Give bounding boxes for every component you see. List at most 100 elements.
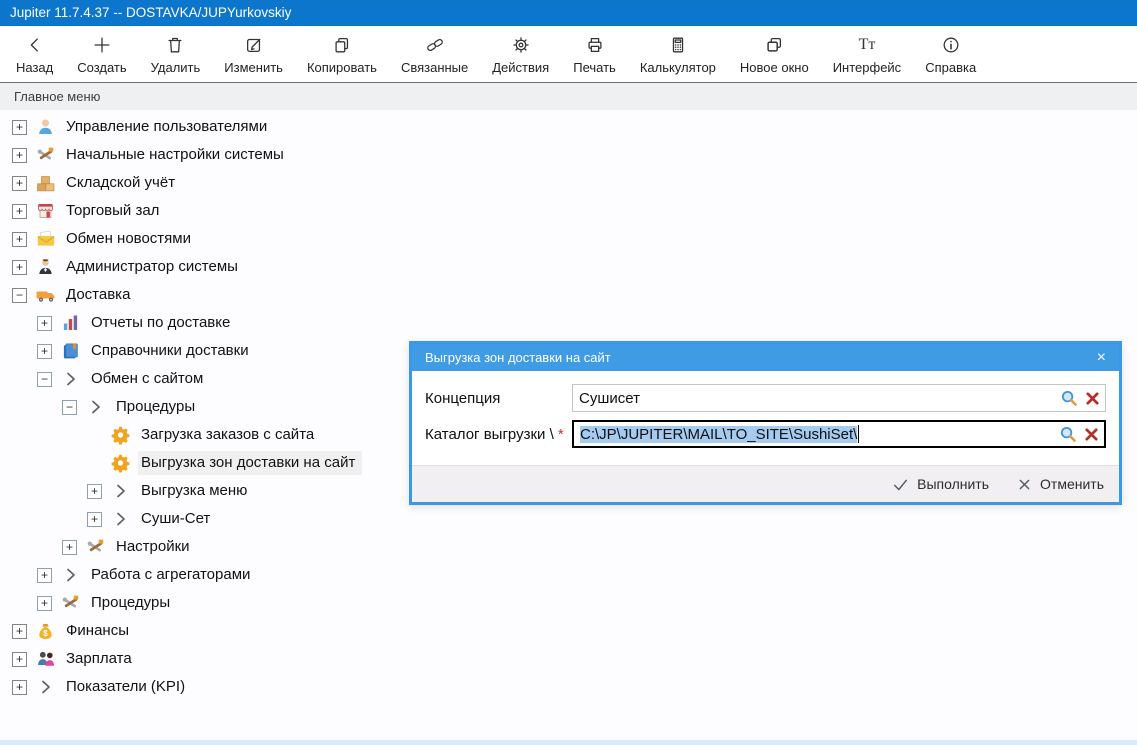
toolbar-button-print[interactable]: Печать	[561, 31, 628, 78]
selected-text: C:\JP\JUPITER\MAIL\TO_SITE\SushiSet\	[580, 426, 857, 443]
tree-item-label[interactable]: Складской учёт	[63, 171, 182, 195]
store-icon	[34, 201, 57, 221]
tree-item-label[interactable]: Выгрузка зон доставки на сайт	[138, 451, 362, 475]
chevron-icon	[84, 397, 107, 417]
tree-item-label[interactable]: Доставка	[63, 283, 137, 307]
expand-plus-icon[interactable]: +	[37, 568, 52, 583]
tools-icon	[59, 593, 82, 613]
tree-row[interactable]: + Администратор системы	[0, 253, 1137, 281]
expand-plus-icon[interactable]: +	[12, 176, 27, 191]
expand-plus-icon[interactable]: +	[12, 624, 27, 639]
tree-row[interactable]: + Работа с агрегаторами	[0, 561, 1137, 589]
toolbar-button-delete[interactable]: Удалить	[139, 31, 213, 78]
toolbar-button-create[interactable]: Создать	[65, 31, 138, 78]
mail-icon	[34, 229, 57, 249]
tree-item-label[interactable]: Управление пользователями	[63, 115, 274, 139]
expand-plus-icon[interactable]: +	[37, 344, 52, 359]
tree-row[interactable]: + Процедуры	[0, 589, 1137, 617]
expand-plus-icon[interactable]: +	[37, 316, 52, 331]
check-icon	[892, 477, 909, 492]
toolbar-button-help[interactable]: Справка	[913, 31, 988, 78]
tree-item-label[interactable]: Настройки	[113, 535, 197, 559]
expand-plus-icon[interactable]: +	[12, 120, 27, 135]
collapse-minus-icon[interactable]: −	[12, 288, 27, 303]
expand-plus-icon[interactable]: +	[12, 204, 27, 219]
tree-row[interactable]: + Суши-Сет	[0, 505, 1137, 533]
tree-item-label[interactable]: Процедуры	[113, 395, 202, 419]
search-icon[interactable]	[1059, 425, 1078, 444]
button-label: Отменить	[1040, 476, 1104, 492]
tree-row[interactable]: + Складской учёт	[0, 169, 1137, 197]
clear-icon[interactable]	[1084, 427, 1099, 442]
input-value: C:\JP\JUPITER\MAIL\TO_SITE\SushiSet\	[580, 425, 1053, 443]
expand-plus-icon[interactable]: +	[12, 232, 27, 247]
tree-item-label[interactable]: Суши-Сет	[138, 507, 217, 531]
interface-icon: Tт	[859, 34, 876, 57]
toolbar-button-copy[interactable]: Копировать	[295, 31, 389, 78]
tree-item-label[interactable]: Финансы	[63, 619, 136, 643]
tree-item-label[interactable]: Отчеты по доставке	[88, 311, 237, 335]
tree-item-label[interactable]: Загрузка заказов с сайта	[138, 423, 321, 447]
link-icon	[424, 34, 446, 57]
tree-row[interactable]: + $ Финансы	[0, 617, 1137, 645]
tree-row[interactable]: + Отчеты по доставке	[0, 309, 1137, 337]
expand-plus-icon[interactable]: +	[37, 596, 52, 611]
expand-plus-icon[interactable]: +	[87, 484, 102, 499]
toolbar: НазадСоздатьУдалитьИзменитьКопироватьСвя…	[0, 26, 1137, 83]
expand-plus-icon[interactable]: +	[12, 148, 27, 163]
expand-plus-icon[interactable]: +	[12, 680, 27, 695]
cross-icon	[1017, 477, 1032, 492]
toolbar-button-related[interactable]: Связанные	[389, 31, 480, 78]
calculator-icon	[668, 34, 688, 57]
tree-row[interactable]: + Начальные настройки системы	[0, 141, 1137, 169]
toolbar-button-new-window[interactable]: Новое окно	[728, 31, 821, 78]
people-icon	[34, 649, 57, 669]
tree-row[interactable]: + Торговый зал	[0, 197, 1137, 225]
tree-item-label[interactable]: Администратор системы	[63, 255, 245, 279]
admin-icon	[34, 257, 57, 277]
tree-row[interactable]: + Обмен новостями	[0, 225, 1137, 253]
tree-item-label[interactable]: Обмен с сайтом	[88, 367, 210, 391]
tree-item-label[interactable]: Выгрузка меню	[138, 479, 254, 503]
clear-icon[interactable]	[1085, 391, 1100, 406]
katalog-input[interactable]: C:\JP\JUPITER\MAIL\TO_SITE\SushiSet\	[572, 420, 1106, 448]
tools-icon	[34, 145, 57, 165]
collapse-minus-icon[interactable]: −	[37, 372, 52, 387]
search-icon[interactable]	[1060, 389, 1079, 408]
dialog-header[interactable]: Выгрузка зон доставки на сайт ×	[412, 344, 1119, 371]
tree-item-label[interactable]: Начальные настройки системы	[63, 143, 291, 167]
expand-plus-icon[interactable]: +	[62, 540, 77, 555]
toolbar-button-label: Действия	[492, 60, 549, 75]
dialog-title: Выгрузка зон доставки на сайт	[425, 350, 1097, 365]
tree-row[interactable]: + Показатели (KPI)	[0, 673, 1137, 701]
tree-item-label[interactable]: Торговый зал	[63, 199, 166, 223]
koncepciya-input[interactable]: Сушисет	[572, 384, 1106, 412]
tree-item-label[interactable]: Обмен новостями	[63, 227, 198, 251]
tree-item-label[interactable]: Справочники доставки	[88, 339, 256, 363]
tree-item-label[interactable]: Работа с агрегаторами	[88, 563, 257, 587]
cancel-button[interactable]: Отменить	[1017, 476, 1104, 492]
expand-plus-icon[interactable]: +	[87, 512, 102, 527]
collapse-minus-icon[interactable]: −	[62, 400, 77, 415]
tree-item-label[interactable]: Зарплата	[63, 647, 139, 671]
window-icon	[764, 34, 784, 57]
toolbar-button-edit[interactable]: Изменить	[212, 31, 295, 78]
toolbar-button-label: Новое окно	[740, 60, 809, 75]
moneybag-icon: $	[34, 621, 57, 641]
user-icon	[34, 117, 57, 137]
tree-row[interactable]: + Управление пользователями	[0, 113, 1137, 141]
toolbar-button-back[interactable]: Назад	[4, 31, 65, 78]
tree-item-label[interactable]: Процедуры	[88, 591, 177, 615]
tree-row[interactable]: + Зарплата	[0, 645, 1137, 673]
execute-button[interactable]: Выполнить	[892, 476, 989, 492]
close-icon[interactable]: ×	[1097, 350, 1106, 366]
expand-plus-icon[interactable]: +	[12, 260, 27, 275]
tools-icon	[84, 537, 107, 557]
tree-row[interactable]: + Настройки	[0, 533, 1137, 561]
tree-item-label[interactable]: Показатели (KPI)	[63, 675, 192, 699]
toolbar-button-interface[interactable]: TтИнтерфейс	[821, 31, 913, 78]
toolbar-button-calculator[interactable]: Калькулятор	[628, 31, 728, 78]
tree-row[interactable]: − Доставка	[0, 281, 1137, 309]
expand-plus-icon[interactable]: +	[12, 652, 27, 667]
toolbar-button-actions[interactable]: Действия	[480, 31, 561, 78]
